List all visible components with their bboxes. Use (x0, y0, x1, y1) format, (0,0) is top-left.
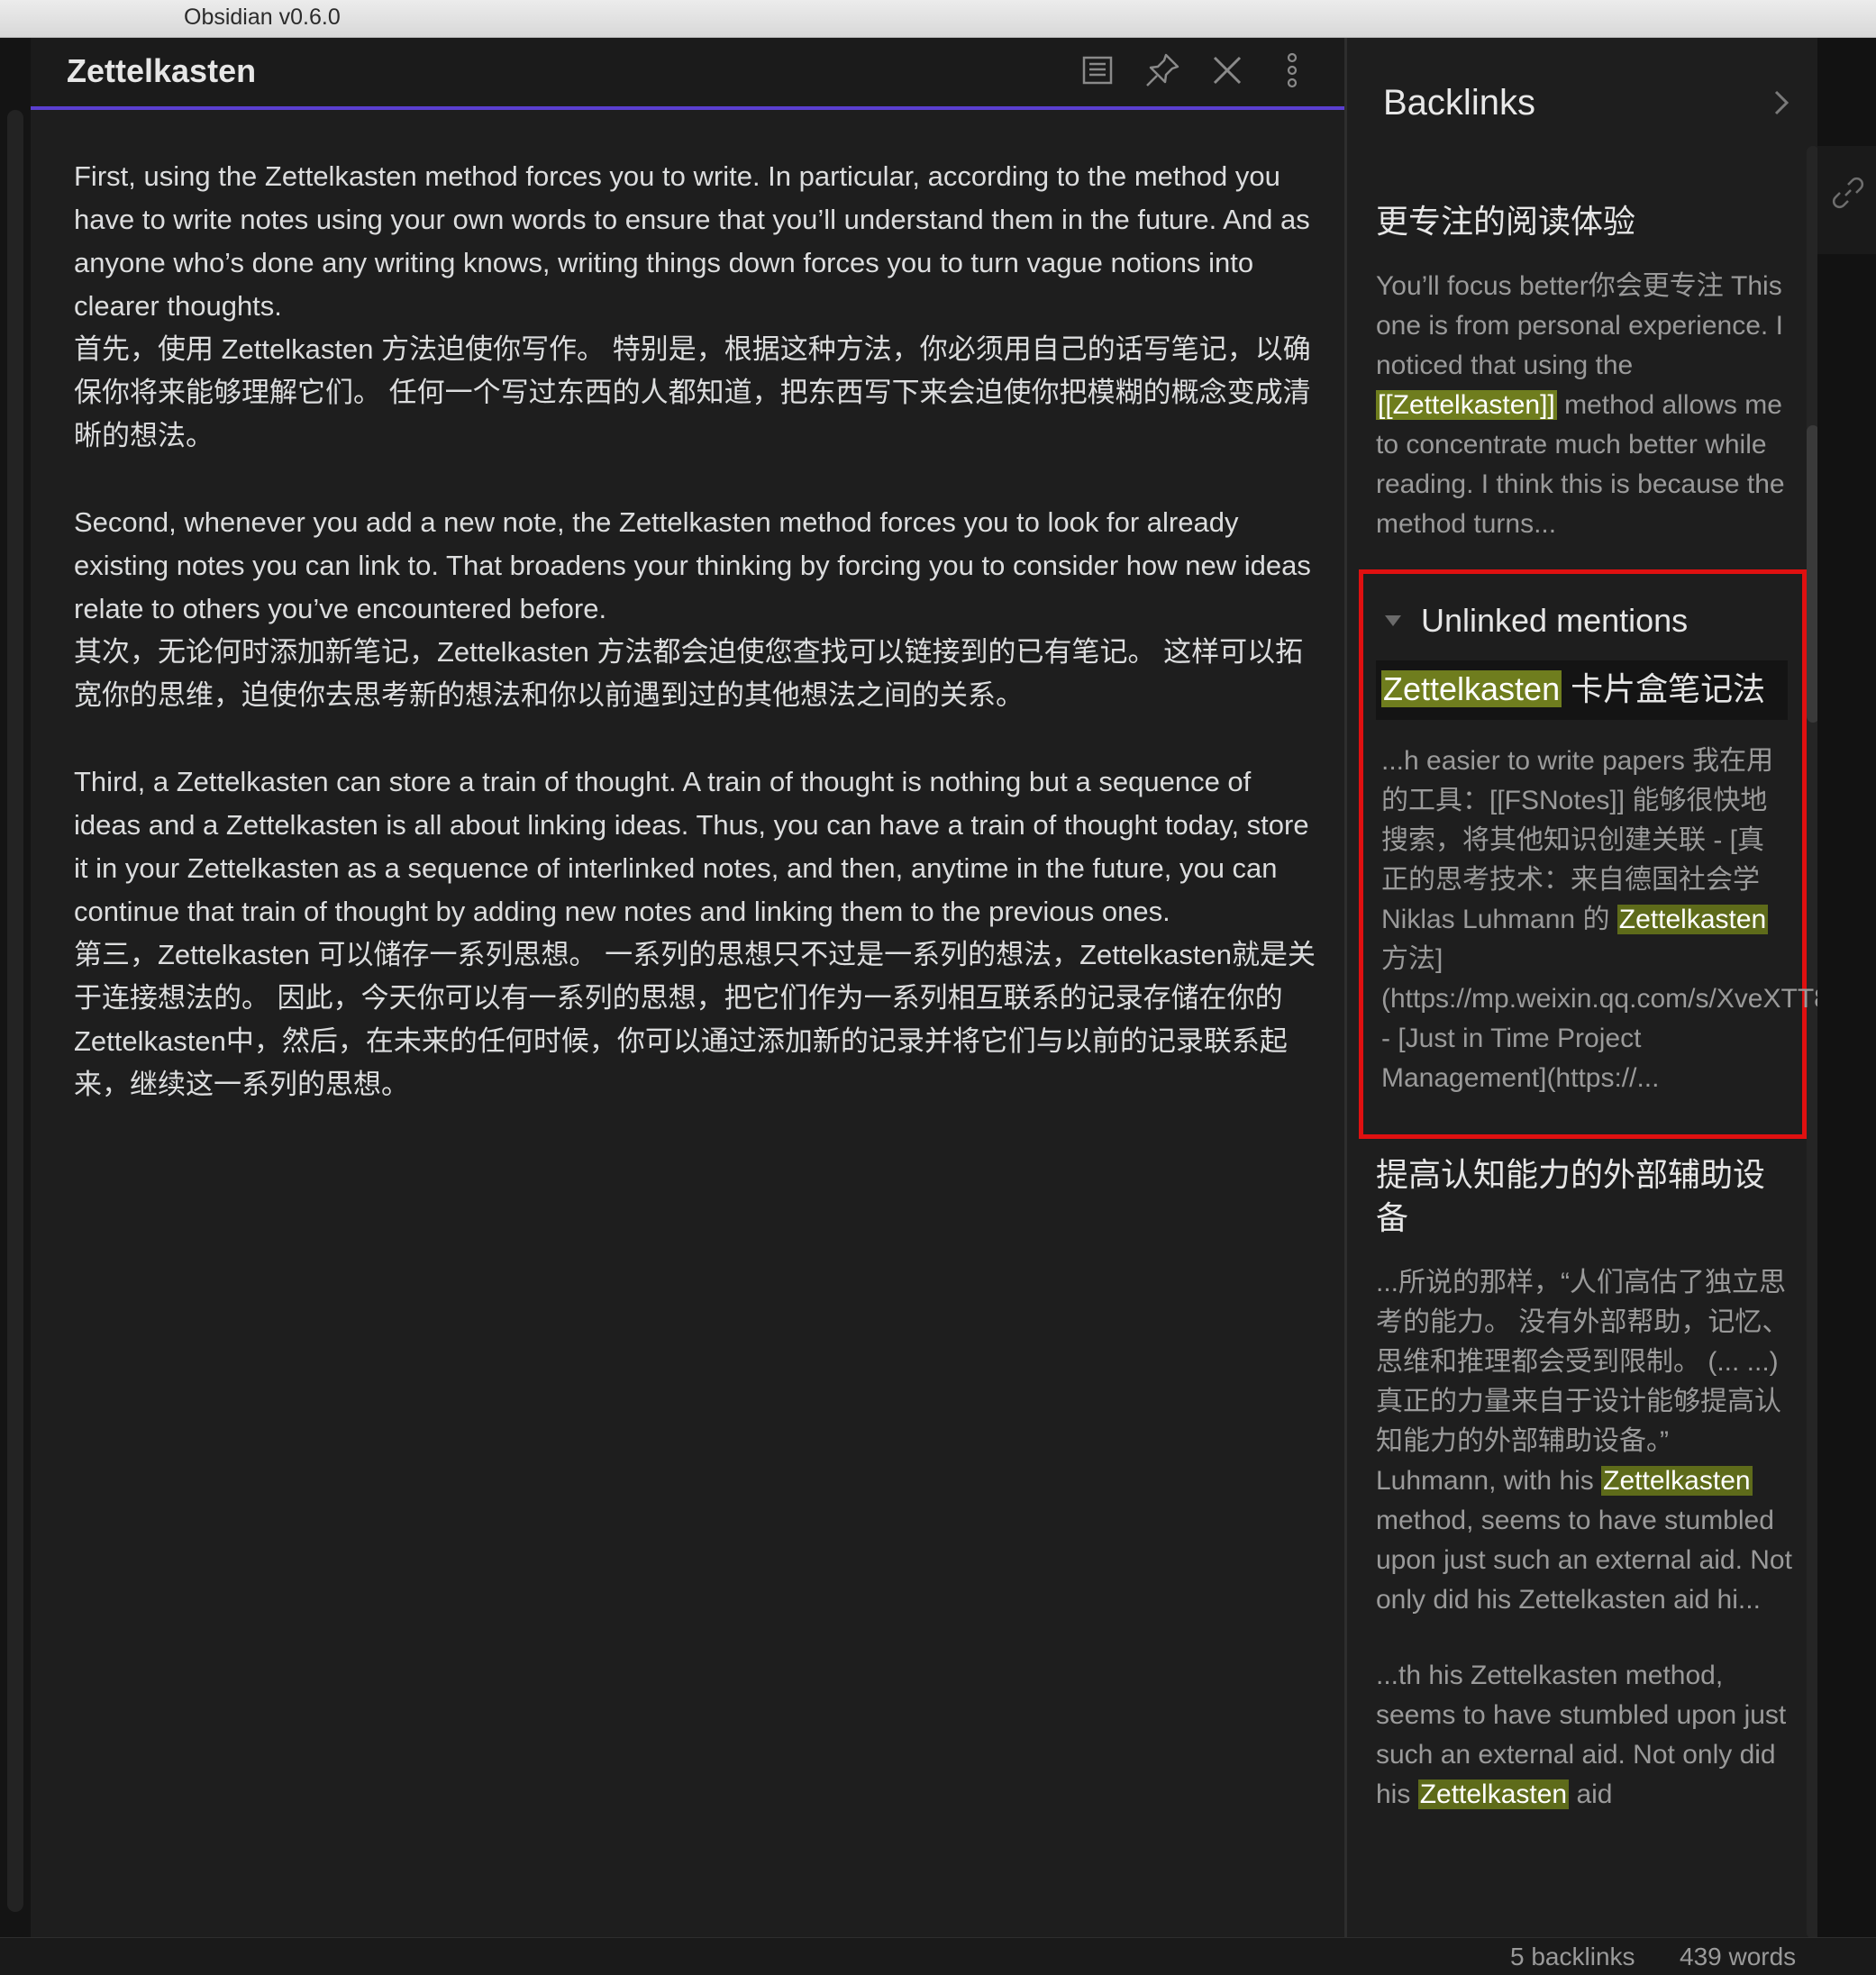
highlighted-match: Zettelkasten (1417, 1779, 1570, 1809)
word-count: 439 words (1680, 1943, 1797, 1970)
chevron-right-icon[interactable] (1767, 85, 1794, 121)
file-title-text: 卡片盒笔记法 (1562, 670, 1766, 707)
snippet-text: aid (1569, 1779, 1613, 1809)
note-title[interactable]: Zettelkasten (67, 52, 256, 90)
backlink-snippet[interactable]: ...th his Zettelkasten method, seems to … (1372, 1656, 1796, 1815)
backlink-file-title[interactable]: 更专注的阅读体验 (1372, 200, 1796, 243)
paragraph-3[interactable]: Third, a Zettelkasten can store a train … (74, 760, 1317, 1106)
unlinked-mentions-header[interactable]: Unlinked mentions (1378, 596, 1788, 646)
backlink-snippet[interactable]: You’ll focus better你会更专注 This one is fro… (1372, 267, 1796, 544)
snippet-text: ...所说的那样，“人们高估了独立思考的能力。 没有外部帮助，记忆、思维和推理都… (1376, 1268, 1789, 1496)
right-ribbon (1817, 38, 1876, 1937)
backlinks-title: Backlinks (1383, 83, 1535, 123)
backlink-snippet[interactable]: ...所说的那样，“人们高估了独立思考的能力。 没有外部帮助，记忆、思维和推理都… (1372, 1263, 1796, 1620)
right-ribbon-bottom (1817, 254, 1876, 1937)
paragraph-2[interactable]: Second, whenever you add a new note, the… (74, 501, 1317, 717)
more-options-icon[interactable] (1272, 50, 1312, 90)
unlinked-file-title[interactable]: Zettelkasten 卡片盒笔记法 (1376, 660, 1788, 720)
backlink-file-title[interactable]: 提高认知能力的外部辅助设备 (1372, 1153, 1796, 1240)
link-icon[interactable] (1830, 175, 1866, 211)
collapse-triangle-icon[interactable] (1385, 615, 1401, 626)
snippet-text: method, seems to have stumbled upon just… (1376, 1506, 1792, 1615)
preview-icon[interactable] (1078, 50, 1117, 90)
left-ribbon (0, 38, 31, 1937)
backlinks-list: 更专注的阅读体验 You’ll focus better你会更专注 This o… (1359, 164, 1817, 1815)
highlighted-match: [[Zettelkasten]] (1376, 390, 1557, 420)
window-titlebar: Obsidian v0.6.0 (0, 0, 1876, 38)
window-title: Obsidian v0.6.0 (184, 5, 341, 30)
left-ribbon-rail (7, 110, 23, 1912)
backlinks-count[interactable]: 5 backlinks (1510, 1943, 1635, 1971)
highlighted-match: Zettelkasten (1601, 1466, 1753, 1496)
scrollbar-thumb[interactable] (1807, 425, 1817, 723)
paragraph-1[interactable]: First, using the Zettelkasten method for… (74, 155, 1317, 458)
note-content[interactable]: First, using the Zettelkasten method for… (74, 155, 1317, 1150)
unlinked-mentions-label: Unlinked mentions (1421, 602, 1689, 639)
unlinked-mentions-section: Unlinked mentions Zettelkasten 卡片盒笔记法 ..… (1359, 569, 1817, 1139)
backlinks-pane: Backlinks 更专注的阅读体验 You’ll focus better你会… (1347, 38, 1817, 1937)
highlighted-match: Zettelkasten (1381, 670, 1562, 707)
snippet-text: 方法](https://mp.weixin.qq.com/s/XveXTT8GD… (1381, 944, 1817, 1093)
backlinks-header: Backlinks (1347, 38, 1817, 164)
status-bar: 5 backlinks 439 words (0, 1937, 1876, 1975)
snippet-text: You’ll focus better你会更专注 This one is fro… (1376, 271, 1783, 380)
backlinks-scrollbar[interactable] (1807, 146, 1817, 1937)
close-icon[interactable] (1207, 50, 1247, 90)
editor-pane: Zettelkasten First, using the Zettelkast… (31, 38, 1344, 1937)
editor-header: Zettelkasten (31, 38, 1344, 110)
right-ribbon-top (1817, 38, 1876, 146)
unlinked-snippet[interactable]: ...h easier to write papers 我在用的工具：[[FSN… (1378, 742, 1817, 1098)
pin-icon[interactable] (1143, 50, 1182, 90)
highlighted-match: Zettelkasten (1616, 905, 1769, 934)
